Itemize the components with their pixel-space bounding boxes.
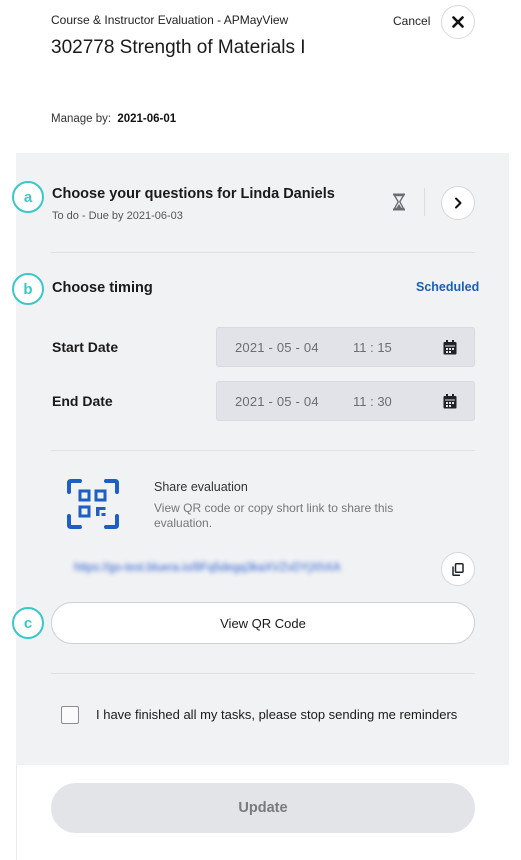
open-questions-button[interactable] bbox=[441, 186, 475, 220]
timing-mode-link[interactable]: Scheduled bbox=[416, 280, 479, 294]
app-title: Course & Instructor Evaluation - APMayVi… bbox=[51, 13, 289, 27]
cancel-link[interactable]: Cancel bbox=[393, 14, 430, 28]
update-button[interactable]: Update bbox=[51, 783, 475, 833]
close-icon bbox=[452, 16, 464, 28]
questions-due: To do - Due by 2021-06-03 bbox=[52, 210, 183, 222]
step-badge-a: a bbox=[12, 181, 44, 213]
calendar-icon[interactable] bbox=[443, 394, 457, 409]
start-date-value: 2021 - 05 - 04 bbox=[235, 340, 319, 355]
course-title: 302778 Strength of Materials I bbox=[51, 37, 306, 58]
step-badge-b: b bbox=[12, 273, 44, 305]
chevron-right-icon bbox=[455, 197, 462, 209]
view-qr-code-button[interactable]: View QR Code bbox=[51, 602, 475, 644]
hourglass-icon bbox=[393, 193, 405, 211]
copy-icon bbox=[452, 562, 464, 576]
close-button[interactable] bbox=[441, 5, 475, 39]
manage-by-label: Manage by: bbox=[51, 113, 112, 125]
calendar-icon[interactable] bbox=[443, 340, 457, 355]
share-title: Share evaluation bbox=[154, 480, 248, 494]
end-date-field[interactable]: 2021 - 05 - 04 11 : 30 bbox=[216, 381, 475, 421]
stop-reminders-checkbox[interactable] bbox=[61, 706, 79, 724]
section-divider bbox=[51, 252, 475, 253]
questions-title: Choose your questions for Linda Daniels bbox=[52, 186, 335, 202]
timing-title: Choose timing bbox=[52, 280, 153, 296]
page-header: Course & Instructor Evaluation - APMayVi… bbox=[0, 0, 521, 150]
start-time-value: 11 : 15 bbox=[353, 340, 392, 355]
end-time-value: 11 : 30 bbox=[353, 394, 392, 409]
section-divider bbox=[51, 450, 475, 451]
short-link[interactable]: https://go-test.bluera.io/8Fq5degq3kaXVZ… bbox=[74, 562, 341, 574]
end-date-value: 2021 - 05 - 04 bbox=[235, 394, 319, 409]
share-description: View QR code or copy short link to share… bbox=[154, 501, 394, 530]
start-date-label: Start Date bbox=[52, 339, 119, 355]
stop-reminders-label: I have finished all my tasks, please sto… bbox=[96, 707, 458, 722]
manage-by: Manage by: 2021-06-01 bbox=[51, 113, 176, 125]
copy-link-button[interactable] bbox=[441, 552, 475, 586]
qr-code-icon bbox=[67, 479, 119, 529]
divider bbox=[424, 188, 425, 216]
step-badge-c: c bbox=[12, 607, 44, 639]
manage-by-date: 2021-06-01 bbox=[117, 113, 177, 125]
start-date-field[interactable]: 2021 - 05 - 04 11 : 15 bbox=[216, 327, 475, 367]
section-divider bbox=[51, 673, 475, 674]
end-date-label: End Date bbox=[52, 393, 113, 409]
